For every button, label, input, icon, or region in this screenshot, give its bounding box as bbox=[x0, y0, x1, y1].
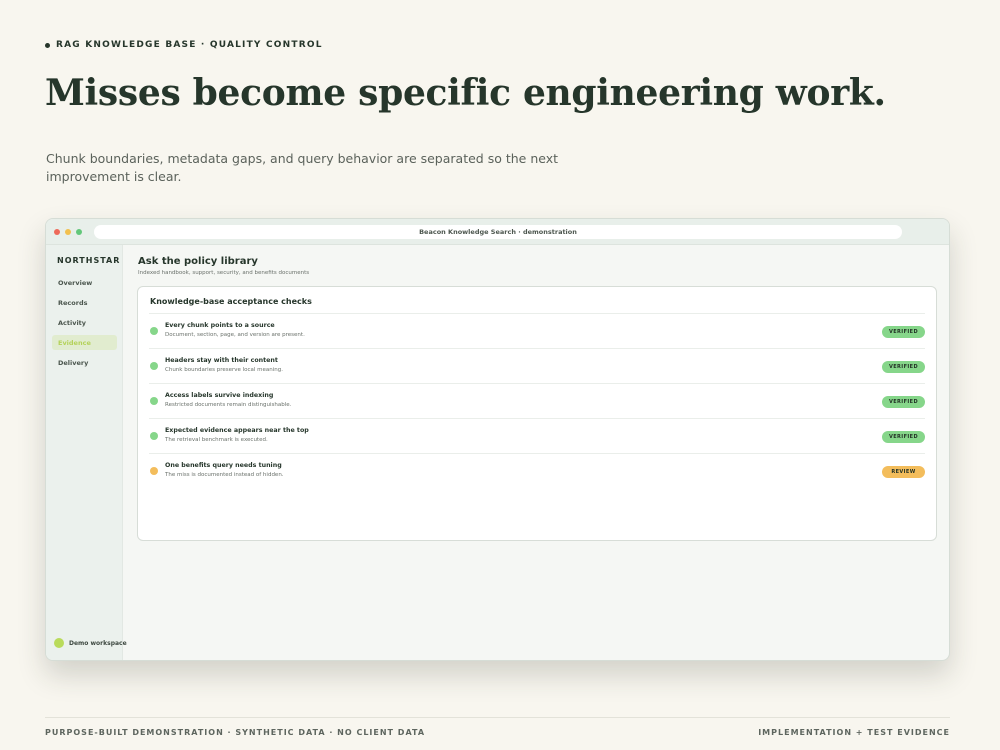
sidebar-nav: Overview Records Activity Evidence Deliv… bbox=[52, 275, 117, 375]
sidebar-item-evidence[interactable]: Evidence bbox=[52, 335, 117, 350]
check-description: The retrieval benchmark is executed. bbox=[165, 437, 268, 443]
sidebar: NORTHSTAR Overview Records Activity Evid… bbox=[46, 245, 127, 660]
maximize-window-icon[interactable] bbox=[76, 228, 82, 235]
app-window: Beacon Knowledge Search · demonstration … bbox=[45, 218, 950, 661]
address-bar[interactable]: Beacon Knowledge Search · demonstration bbox=[94, 225, 902, 239]
page-title: Ask the policy library bbox=[138, 256, 258, 267]
check-row[interactable]: Access labels survive indexing Restricte… bbox=[149, 383, 925, 418]
check-row[interactable]: Every chunk points to a source Document,… bbox=[149, 313, 925, 348]
page-subtitle: Indexed handbook, support, security, and… bbox=[138, 270, 310, 276]
workspace-avatar bbox=[54, 638, 64, 648]
check-title: Access labels survive indexing bbox=[165, 392, 274, 399]
status-badge: VERIFIED bbox=[882, 361, 925, 373]
check-row[interactable]: One benefits query needs tuning The miss… bbox=[149, 453, 925, 488]
workspace-label: Demo workspace bbox=[69, 639, 127, 647]
check-description: Restricted documents remain distinguisha… bbox=[165, 402, 292, 408]
card-title: Knowledge-base acceptance checks bbox=[150, 297, 312, 306]
check-title: One benefits query needs tuning bbox=[165, 462, 282, 469]
bullet-dot-icon bbox=[45, 42, 50, 48]
sidebar-item-activity[interactable]: Activity bbox=[52, 315, 117, 330]
headline: Misses become specific engineering work. bbox=[45, 72, 886, 114]
acceptance-checks-card: Knowledge-base acceptance checks Every c… bbox=[137, 286, 937, 541]
check-description: The miss is documented instead of hidden… bbox=[165, 472, 284, 478]
status-dot-icon bbox=[150, 432, 158, 440]
status-badge: VERIFIED bbox=[882, 326, 925, 338]
sidebar-item-records[interactable]: Records bbox=[52, 295, 117, 310]
workspace-switcher[interactable]: Demo workspace bbox=[54, 638, 127, 648]
footer-divider bbox=[45, 717, 950, 718]
window-controls bbox=[54, 228, 94, 235]
lede: Chunk boundaries, metadata gaps, and que… bbox=[46, 151, 559, 184]
footer-disclaimer: PURPOSE-BUILT DEMONSTRATION · SYNTHETIC … bbox=[45, 728, 426, 737]
status-badge: VERIFIED bbox=[882, 396, 925, 408]
minimize-window-icon[interactable] bbox=[65, 228, 71, 235]
check-title: Headers stay with their content bbox=[165, 357, 278, 364]
brand-logo: NORTHSTAR bbox=[57, 256, 121, 265]
check-row[interactable]: Expected evidence appears near the top T… bbox=[149, 418, 925, 453]
close-window-icon[interactable] bbox=[54, 228, 60, 235]
status-dot-icon bbox=[150, 362, 158, 370]
check-row[interactable]: Headers stay with their content Chunk bo… bbox=[149, 348, 925, 383]
status-badge: VERIFIED bbox=[882, 431, 925, 443]
check-description: Chunk boundaries preserve local meaning. bbox=[165, 367, 284, 373]
status-dot-icon bbox=[150, 327, 158, 335]
check-title: Expected evidence appears near the top bbox=[165, 427, 309, 434]
eyebrow-text: RAG KNOWLEDGE BASE · QUALITY CONTROL bbox=[56, 40, 323, 50]
status-dot-icon bbox=[150, 397, 158, 405]
status-badge: REVIEW bbox=[882, 466, 925, 478]
main-content: Ask the policy library Indexed handbook,… bbox=[137, 245, 937, 660]
footer-section-label: IMPLEMENTATION + TEST EVIDENCE bbox=[758, 728, 950, 737]
window-titlebar: Beacon Knowledge Search · demonstration bbox=[46, 219, 949, 245]
checks-list: Every chunk points to a source Document,… bbox=[149, 313, 925, 488]
sidebar-item-delivery[interactable]: Delivery bbox=[52, 355, 117, 370]
address-bar-text: Beacon Knowledge Search · demonstration bbox=[419, 228, 577, 236]
check-description: Document, section, page, and version are… bbox=[165, 332, 305, 338]
eyebrow: RAG KNOWLEDGE BASE · QUALITY CONTROL bbox=[45, 40, 323, 50]
check-title: Every chunk points to a source bbox=[165, 322, 275, 329]
sidebar-item-overview[interactable]: Overview bbox=[52, 275, 117, 290]
status-dot-icon bbox=[150, 467, 158, 475]
